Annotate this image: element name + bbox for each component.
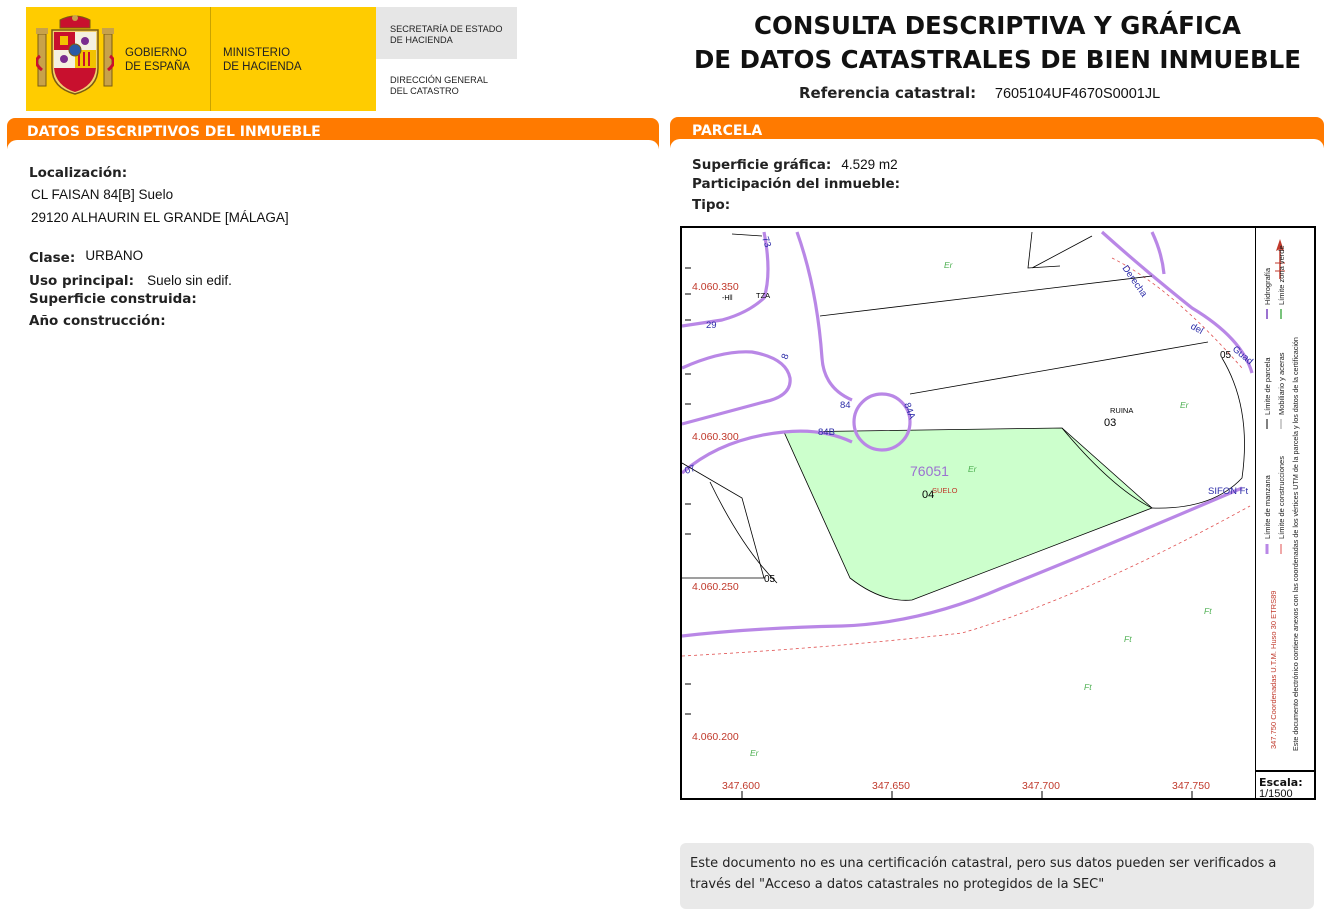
section-bar-edge — [7, 140, 659, 154]
y-coord-label: 4.060.300 — [692, 431, 739, 443]
ruina-label: RUINA — [1110, 406, 1133, 415]
legend-coords-note: 347.750 Coordenadas U.T.M. Huso 30 ETRS8… — [1269, 591, 1278, 749]
verification-notice: Este documento no es una certificación c… — [680, 843, 1314, 909]
direccion-line1: DIRECCIÓN GENERAL — [390, 75, 489, 85]
parcel-tag: SUELO — [932, 486, 958, 495]
page-title: CONSULTA DESCRIPTIVA Y GRÁFICA DE DATOS … — [680, 9, 1315, 77]
street-number: 84 — [840, 400, 851, 411]
street-number: 84A — [901, 401, 917, 421]
tipo-label: Tipo: — [692, 197, 731, 213]
logo-divider — [210, 7, 211, 111]
uso-value: Suelo sin edif. — [147, 273, 232, 288]
map-number: 05 — [764, 574, 776, 585]
superficie-grafica-value: 4.529 m2 — [841, 157, 898, 172]
ft-label: Ft — [1204, 606, 1212, 616]
sifon-label: SIFON Ft — [1208, 486, 1248, 497]
ministerio-line1: MINISTERIO — [223, 47, 291, 59]
address-line2: 29120 ALHAURIN EL GRANDE [MÁLAGA] — [31, 210, 289, 225]
legend-manzana: Límite de manzana — [1263, 474, 1272, 539]
y-coord-label: 4.060.200 — [692, 731, 739, 743]
section-title-inmueble: DATOS DESCRIPTIVOS DEL INMUEBLE — [27, 124, 321, 140]
x-coord-label: 347.700 — [1022, 780, 1060, 792]
clase-value: URBANO — [85, 248, 144, 263]
er-label: Er — [750, 748, 760, 758]
parcel-number: 76051 — [910, 463, 949, 479]
participacion-label: Participación del inmueble: — [692, 176, 901, 192]
er-label: Er — [1180, 400, 1190, 410]
gobierno-line2: DE ESPAÑA — [125, 61, 190, 73]
legend-parcela: Límite de parcela — [1263, 357, 1272, 415]
y-coord-label: 4.060.350 — [692, 281, 739, 293]
legend-doc-note: Este documento electrónico contiene anex… — [1291, 337, 1300, 751]
parcel-76051 — [783, 427, 1153, 601]
ft-label: Ft — [1084, 682, 1092, 692]
y-coord-label: 4.060.250 — [692, 581, 739, 593]
legend-mobiliario: Mobiliario y aceras — [1277, 352, 1286, 415]
uso-row: Uso principal: Suelo sin edif. — [29, 270, 232, 289]
uso-label: Uso principal: — [29, 273, 134, 289]
title-line1: CONSULTA DESCRIPTIVA Y GRÁFICA — [754, 11, 1241, 40]
er-label: Er — [944, 260, 954, 270]
referencia-label: Referencia catastral: — [799, 84, 977, 102]
superficie-grafica-label: Superficie gráfica: — [692, 157, 832, 173]
x-coord-label: 347.750 — [1172, 780, 1210, 792]
gobierno-line1: GOBIERNO — [125, 47, 187, 59]
section-bar-edge — [670, 139, 1324, 153]
tza-label: TZA — [756, 291, 770, 300]
localizacion-label: Localización: — [29, 165, 128, 181]
ministerio-line2: DE HACIENDA — [223, 61, 302, 73]
clase-row: Clase: URBANO — [29, 247, 143, 266]
coat-of-arms-icon — [36, 15, 114, 95]
street-name: del — [1189, 321, 1205, 337]
map-number: 03 — [1104, 417, 1116, 429]
scale-value: 1/1500 — [1259, 788, 1293, 800]
hll-label: -Hll — [722, 295, 733, 302]
referencia-catastral: Referencia catastral: 7605104UF4670S0001… — [799, 84, 1160, 102]
street-number: 84B — [818, 427, 835, 438]
er-label: Er — [968, 464, 978, 474]
clase-label: Clase: — [29, 250, 76, 266]
street-name: Guad — [1230, 344, 1254, 367]
secretaria-line2: DE HACIENDA — [390, 35, 453, 45]
superficie-construida-label: Superficie construida: — [29, 291, 197, 307]
notice-text: Este documento no es una certificación c… — [690, 856, 1277, 892]
referencia-value: 7605104UF4670S0001JL — [994, 86, 1161, 102]
x-coord-label: 347.650 — [872, 780, 910, 792]
ft-label: Ft — [1124, 634, 1132, 644]
superficie-grafica-row: Superficie gráfica: 4.529 m2 — [692, 154, 898, 173]
address-line1: CL FAISAN 84[B] Suelo — [31, 187, 174, 202]
cadastral-map[interactable]: 4.060.350 4.060.300 4.060.250 4.060.200 … — [682, 228, 1254, 798]
street-number: 07 — [683, 463, 697, 477]
legend-zona-verde: Límite zona verde — [1277, 245, 1286, 305]
title-line2: DE DATOS CATASTRALES DE BIEN INMUEBLE — [693, 45, 1302, 74]
map-legend-content: Límite de manzana Límite de parcela Hidr… — [1263, 239, 1300, 751]
anio-construccion-label: Año construcción: — [29, 313, 166, 329]
secretaria-line1: SECRETARÍA DE ESTADO — [390, 24, 503, 34]
street-number: 73 — [759, 235, 773, 249]
street-number: 29 — [706, 320, 717, 331]
legend-construcciones: Límite de construcciones — [1277, 456, 1286, 539]
section-title-parcela: PARCELA — [692, 123, 763, 139]
direccion-line2: DEL CATASTRO — [390, 86, 459, 96]
legend-hidrografia: Hidrografía — [1263, 267, 1272, 305]
street-number: 8 — [779, 352, 791, 361]
x-coord-label: 347.600 — [722, 780, 760, 792]
